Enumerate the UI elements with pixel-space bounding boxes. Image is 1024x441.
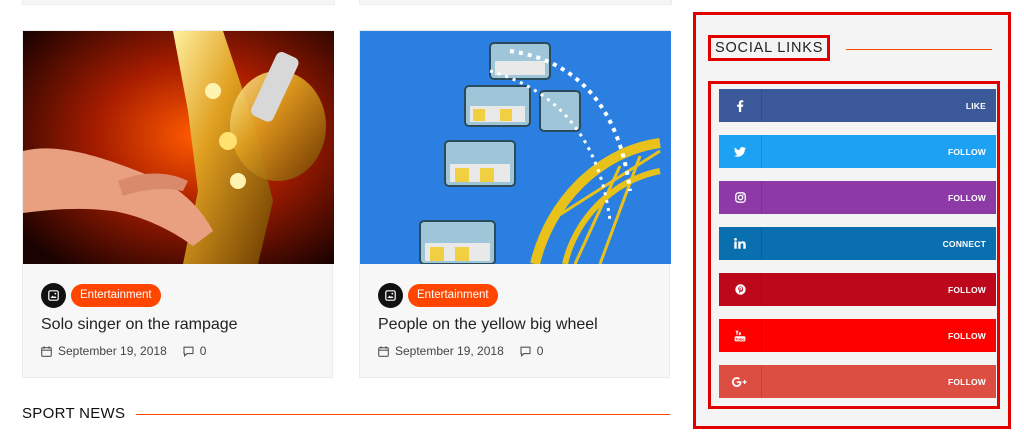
ferris-wheel-photo — [360, 31, 671, 264]
post-thumbnail[interactable] — [360, 31, 671, 264]
social-link-label: FOLLOW — [947, 330, 986, 341]
calendar-icon — [378, 345, 389, 357]
instagram-follow-button[interactable]: FOLLOW — [719, 181, 996, 214]
post-card[interactable]: Entertainment People on the yellow big w… — [359, 30, 671, 378]
post-title[interactable]: People on the yellow big wheel — [378, 316, 598, 334]
social-link-label: LIKE — [965, 100, 986, 111]
comment-icon — [183, 346, 194, 357]
google-plus-follow-button[interactable]: FOLLOW — [719, 365, 996, 398]
comment-icon — [520, 346, 531, 357]
image-format-icon — [41, 283, 66, 308]
previous-card-bottom — [22, 0, 335, 5]
comment-count[interactable]: 0 — [200, 344, 207, 358]
saxophone-photo — [23, 31, 334, 264]
social-link-label: FOLLOW — [947, 376, 986, 387]
category-badge[interactable]: Entertainment — [408, 284, 498, 307]
linkedin-connect-button[interactable]: CONNECT — [719, 227, 996, 260]
google-plus-icon — [719, 365, 762, 398]
pinterest-follow-button[interactable]: FOLLOW — [719, 273, 996, 306]
widget-title: SOCIAL LINKS — [708, 35, 831, 61]
instagram-icon — [719, 181, 762, 214]
social-links-widget: SOCIAL LINKS LIKE FOLLOW FOLLOW CONNECT — [693, 12, 1011, 429]
social-link-label: CONNECT — [942, 238, 986, 249]
section-title: SPORT NEWS — [22, 405, 126, 422]
comment-count[interactable]: 0 — [537, 344, 544, 358]
previous-card-bottom — [359, 0, 672, 5]
linkedin-icon — [719, 227, 762, 260]
twitter-icon — [719, 135, 762, 168]
pinterest-icon — [719, 273, 762, 306]
post-thumbnail[interactable] — [23, 31, 334, 264]
facebook-icon — [719, 89, 762, 122]
post-date[interactable]: September 19, 2018 — [395, 344, 504, 358]
social-links-list: LIKE FOLLOW FOLLOW CONNECT FOLLOW Tube F… — [708, 81, 1000, 409]
category-badge[interactable]: Entertainment — [71, 284, 161, 307]
svg-text:Tube: Tube — [735, 336, 745, 341]
post-date[interactable]: September 19, 2018 — [58, 344, 167, 358]
post-title[interactable]: Solo singer on the rampage — [41, 316, 238, 334]
social-link-label: FOLLOW — [947, 284, 986, 295]
twitter-follow-button[interactable]: FOLLOW — [719, 135, 996, 168]
facebook-like-button[interactable]: LIKE — [719, 89, 996, 122]
youtube-icon: Tube — [719, 319, 762, 352]
section-divider — [136, 414, 670, 415]
social-link-label: FOLLOW — [947, 192, 986, 203]
post-card[interactable]: Entertainment Solo singer on the rampage… — [22, 30, 334, 378]
youtube-follow-button[interactable]: Tube FOLLOW — [719, 319, 996, 352]
image-format-icon — [378, 283, 403, 308]
widget-title-divider — [846, 49, 992, 50]
calendar-icon — [41, 345, 52, 357]
social-link-label: FOLLOW — [947, 146, 986, 157]
